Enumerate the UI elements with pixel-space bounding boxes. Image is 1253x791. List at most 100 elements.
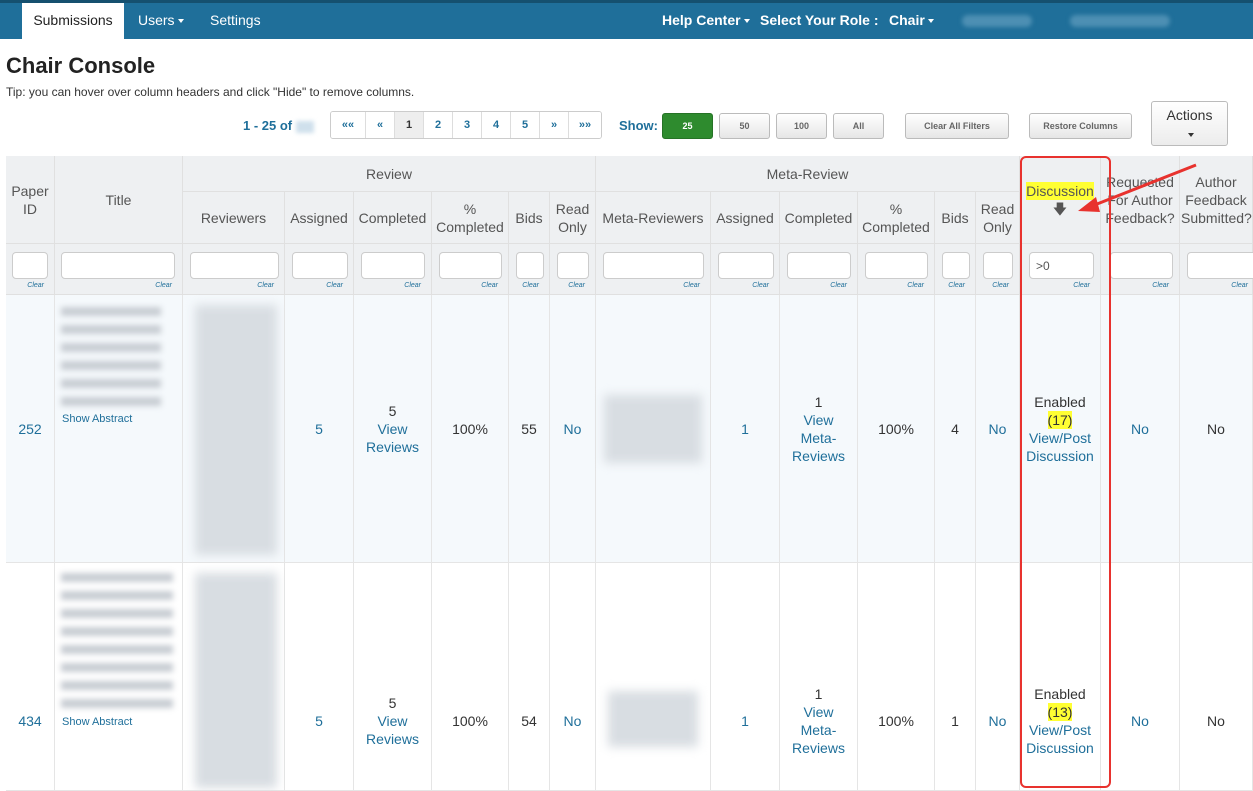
filter-clear-link[interactable]: Clear	[257, 282, 274, 289]
filter-meta-read-only-input[interactable]	[983, 252, 1013, 279]
meta-read-only-link[interactable]: No	[989, 421, 1007, 437]
col-header-meta-assigned[interactable]: Assigned	[711, 192, 780, 244]
filter-clear-link[interactable]: Clear	[568, 282, 585, 289]
show-abstract-link[interactable]: Show Abstract	[62, 716, 132, 728]
col-header-meta-pct-completed[interactable]: % Completed	[858, 192, 935, 244]
show-all-button[interactable]: All	[833, 113, 884, 139]
meta-assigned-link[interactable]: 1	[741, 713, 749, 729]
filter-clear-link[interactable]: Clear	[752, 282, 769, 289]
view-post-discussion-link[interactable]: View/Post Discussion	[1025, 429, 1095, 465]
col-header-read-only[interactable]: Read Only	[550, 192, 596, 244]
filter-clear-link[interactable]: Clear	[830, 282, 847, 289]
filter-clear-link[interactable]: Clear	[992, 282, 1009, 289]
filter-clear-link[interactable]: Clear	[404, 282, 421, 289]
page-first-button[interactable]: ««	[331, 112, 366, 138]
filter-author-feedback-input[interactable]	[1187, 252, 1253, 279]
show-abstract-link[interactable]: Show Abstract	[62, 413, 132, 425]
page-3-button[interactable]: 3	[453, 112, 482, 138]
actions-button[interactable]: Actions	[1151, 101, 1228, 146]
col-header-discussion[interactable]: Discussion 🡇	[1020, 156, 1101, 244]
col-header-meta-read-only[interactable]: Read Only	[976, 192, 1020, 244]
col-header-meta-bids[interactable]: Bids	[935, 192, 976, 244]
filter-assigned-input[interactable]	[292, 252, 348, 279]
meta-assigned-link[interactable]: 1	[741, 421, 749, 437]
page-next-button[interactable]: »	[540, 112, 569, 138]
filter-meta-completed-input[interactable]	[787, 252, 851, 279]
page-1-button[interactable]: 1	[395, 112, 424, 138]
page-last-button[interactable]: »»	[569, 112, 601, 138]
col-header-assigned[interactable]: Assigned	[285, 192, 354, 244]
page-5-button[interactable]: 5	[511, 112, 540, 138]
filter-bids-input[interactable]	[516, 252, 544, 279]
view-meta-reviews-link[interactable]: View Meta-Reviews	[791, 703, 847, 757]
filter-clear-link[interactable]: Clear	[326, 282, 343, 289]
requested-feedback-link[interactable]: No	[1131, 713, 1149, 729]
col-header-completed[interactable]: Completed	[354, 192, 432, 244]
sort-desc-arrow-icon[interactable]: 🡇	[1053, 202, 1067, 216]
filter-requested-feedback-input[interactable]	[1110, 252, 1173, 279]
help-center-menu[interactable]: Help Center	[662, 3, 750, 39]
filter-reviewers-input[interactable]	[190, 252, 279, 279]
tab-users[interactable]: Users	[138, 3, 184, 39]
view-meta-reviews-link[interactable]: View Meta-Reviews	[791, 411, 847, 465]
view-reviews-link[interactable]: View Reviews	[363, 420, 423, 456]
filter-read-only-input[interactable]	[557, 252, 589, 279]
view-reviews-link[interactable]: View Reviews	[363, 712, 423, 748]
tab-submissions[interactable]: Submissions	[22, 3, 124, 39]
filter-pct-completed-input[interactable]	[439, 252, 502, 279]
role-dropdown[interactable]: Chair	[889, 3, 934, 39]
filter-title-input[interactable]	[61, 252, 175, 279]
filter-clear-link[interactable]: Clear	[1073, 282, 1090, 289]
col-header-requested-feedback[interactable]: Requested For Author Feedback?	[1101, 156, 1180, 244]
view-post-discussion-link[interactable]: View/Post Discussion	[1025, 721, 1095, 757]
col-header-author-feedback[interactable]: Author Feedback Submitted?	[1180, 156, 1253, 244]
filter-meta-assigned-input[interactable]	[718, 252, 774, 279]
paper-id-link[interactable]: 434	[18, 713, 41, 729]
read-only-toggle-link[interactable]: No	[564, 713, 582, 729]
filter-completed-input[interactable]	[361, 252, 425, 279]
filter-clear-link[interactable]: Clear	[907, 282, 924, 289]
filter-clear-link[interactable]: Clear	[481, 282, 498, 289]
col-header-title[interactable]: Title	[55, 156, 183, 244]
page-2-button[interactable]: 2	[424, 112, 453, 138]
show-50-button[interactable]: 50	[719, 113, 770, 139]
meta-bids-value: 1	[951, 712, 959, 729]
filter-meta-pct-input[interactable]	[865, 252, 928, 279]
meta-read-only-link[interactable]: No	[989, 713, 1007, 729]
page-prev-button[interactable]: «	[366, 112, 395, 138]
filter-cell-reviewers: Clear	[183, 244, 285, 295]
page-4-button[interactable]: 4	[482, 112, 511, 138]
paper-id-link[interactable]: 252	[18, 421, 41, 437]
filter-clear-link[interactable]: Clear	[522, 282, 539, 289]
filter-meta-reviewers-input[interactable]	[603, 252, 704, 279]
col-header-pct-completed[interactable]: % Completed	[432, 192, 509, 244]
filter-clear-link[interactable]: Clear	[27, 282, 44, 289]
read-only-toggle-link[interactable]: No	[564, 421, 582, 437]
filter-meta-bids-input[interactable]	[942, 252, 970, 279]
show-25-button[interactable]: 25	[662, 113, 713, 139]
filter-clear-link[interactable]: Clear	[683, 282, 700, 289]
table-row-cell-assigned: 5	[285, 295, 354, 563]
col-header-meta-completed[interactable]: Completed	[780, 192, 858, 244]
col-header-pct-completed-label: % Completed	[436, 200, 504, 235]
clear-all-filters-button[interactable]: Clear All Filters	[905, 113, 1009, 139]
table-row-cell-meta-assigned: 1	[711, 295, 780, 563]
filter-cell-requested-feedback: Clear	[1101, 244, 1180, 295]
col-header-reviewers[interactable]: Reviewers	[183, 192, 285, 244]
col-header-meta-reviewers[interactable]: Meta-Reviewers	[596, 192, 711, 244]
show-100-button[interactable]: 100	[776, 113, 827, 139]
filter-clear-link[interactable]: Clear	[155, 282, 172, 289]
assigned-count-link[interactable]: 5	[315, 713, 323, 729]
filter-discussion-input[interactable]	[1029, 252, 1094, 279]
restore-columns-button[interactable]: Restore Columns	[1029, 113, 1132, 139]
bids-value: 54	[521, 712, 537, 729]
col-header-bids[interactable]: Bids	[509, 192, 550, 244]
filter-clear-link[interactable]: Clear	[1231, 282, 1248, 289]
filter-clear-link[interactable]: Clear	[948, 282, 965, 289]
tab-settings[interactable]: Settings	[210, 3, 261, 39]
assigned-count-link[interactable]: 5	[315, 421, 323, 437]
filter-clear-link[interactable]: Clear	[1152, 282, 1169, 289]
col-header-paper-id[interactable]: Paper ID	[6, 156, 55, 244]
requested-feedback-link[interactable]: No	[1131, 421, 1149, 437]
filter-paper-id-input[interactable]	[12, 252, 48, 279]
